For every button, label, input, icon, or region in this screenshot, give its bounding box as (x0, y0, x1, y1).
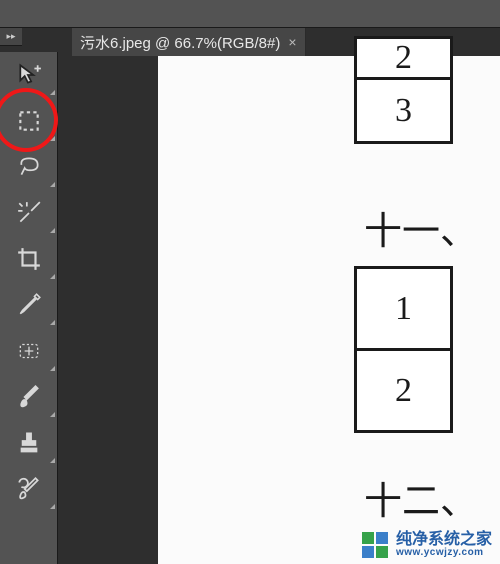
watermark-logo-icon (362, 532, 388, 558)
table-cell: 2 (356, 38, 452, 79)
panel-collapse-icon[interactable]: ▸▸ (0, 28, 22, 46)
marquee-tool[interactable] (0, 98, 58, 144)
section-label: 十一、 (364, 200, 478, 255)
lasso-tool[interactable] (0, 144, 58, 190)
document-tab-bar: 污水6.jpeg @ 66.7%(RGB/8#) × (72, 28, 306, 56)
options-bar (0, 0, 500, 28)
document-tab-title: 污水6.jpeg @ 66.7%(RGB/8#) (80, 32, 280, 53)
canvas-pasteboard (58, 56, 158, 564)
history-brush-tool[interactable] (0, 466, 58, 512)
spot-heal-tool[interactable] (0, 328, 58, 374)
watermark-text: 纯净系统之家 (396, 532, 492, 548)
magic-wand-tool[interactable] (0, 190, 58, 236)
brush-tool[interactable] (0, 374, 58, 420)
move-tool[interactable] (0, 52, 58, 98)
document-tab[interactable]: 污水6.jpeg @ 66.7%(RGB/8#) × (72, 28, 306, 57)
watermark: 纯净系统之家 www.ycwjzy.com (362, 532, 492, 558)
toolbox (0, 52, 58, 564)
section-label: 十二、 (364, 470, 478, 525)
stamp-tool[interactable] (0, 420, 58, 466)
table-cell: 1 (356, 268, 452, 350)
watermark-url: www.ycwjzy.com (396, 548, 492, 558)
crop-tool[interactable] (0, 236, 58, 282)
close-icon[interactable]: × (288, 34, 296, 50)
table-cell: 2 (356, 350, 452, 432)
eyedropper-tool[interactable] (0, 282, 58, 328)
table-cell: 3 (356, 79, 452, 143)
document-canvas[interactable]: 2 3 十一、 1 2 十二、 (158, 56, 500, 564)
